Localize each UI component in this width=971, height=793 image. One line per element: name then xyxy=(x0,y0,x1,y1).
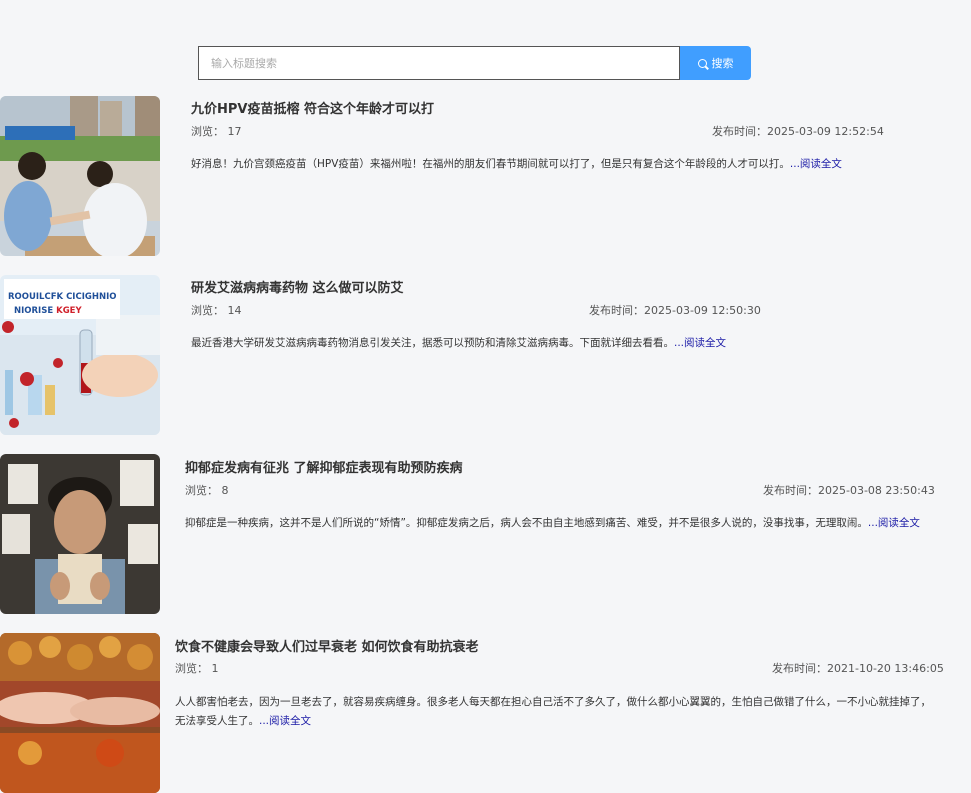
read-more-link[interactable]: ...阅读全文 xyxy=(790,158,842,170)
views-label: 浏览： xyxy=(191,125,224,138)
article-card[interactable]: 九价HPV疫苗抵榕 符合这个年龄才可以打 浏览： 17 发布时间：2025-03… xyxy=(0,96,971,256)
article-excerpt: 好消息！九价宫颈癌疫苗（HPV疫苗）来福州啦！在福州的朋友们春节期间就可以打了，… xyxy=(191,155,911,174)
views-label: 浏览： xyxy=(175,662,208,675)
article-title[interactable]: 抑郁症发病有征兆 了解抑郁症表现有助预防疾病 xyxy=(185,457,463,476)
article-thumbnail[interactable] xyxy=(0,96,160,256)
article-excerpt: 最近香港大学研发艾滋病病毒药物消息引发关注，据悉可以预防和清除艾滋病病毒。下面就… xyxy=(191,334,911,353)
excerpt-text: 最近香港大学研发艾滋病病毒药物消息引发关注，据悉可以预防和清除艾滋病病毒。下面就… xyxy=(191,337,674,349)
search-button-label: 搜索 xyxy=(711,57,734,70)
article-thumbnail[interactable] xyxy=(0,633,160,793)
article-views: 浏览： 14 xyxy=(191,302,242,318)
article-card[interactable]: ROOUILCFK CICIGHNIO NIORISE KGEY 研发艾滋病病毒… xyxy=(0,275,971,435)
article-thumbnail[interactable]: ROOUILCFK CICIGHNIO NIORISE KGEY xyxy=(0,275,160,435)
views-count: 17 xyxy=(227,125,242,138)
search-bar: 搜索 xyxy=(198,46,751,80)
article-title[interactable]: 研发艾滋病病毒药物 这么做可以防艾 xyxy=(191,277,404,296)
read-more-link[interactable]: ...阅读全文 xyxy=(259,715,311,727)
article-views: 浏览： 8 xyxy=(185,482,229,498)
article-title[interactable]: 九价HPV疫苗抵榕 符合这个年龄才可以打 xyxy=(191,98,434,117)
svg-text:NIORISE KGEY: NIORISE KGEY xyxy=(14,306,82,316)
article-card[interactable]: 抑郁症发病有征兆 了解抑郁症表现有助预防疾病 浏览： 8 发布时间：2025-0… xyxy=(0,454,971,614)
article-thumbnail[interactable] xyxy=(0,454,160,614)
search-button[interactable]: 搜索 xyxy=(680,46,751,80)
excerpt-text: 好消息！九价宫颈癌疫苗（HPV疫苗）来福州啦！在福州的朋友们春节期间就可以打了，… xyxy=(191,158,790,170)
published-label: 发布时间： xyxy=(772,662,827,675)
views-count: 1 xyxy=(211,662,219,675)
article-published: 发布时间：2025-03-08 23:50:43 xyxy=(763,482,935,498)
published-label: 发布时间： xyxy=(763,484,818,497)
published-time: 2025-03-09 12:50:30 xyxy=(644,304,761,317)
article-published: 发布时间：2021-10-20 13:46:05 xyxy=(772,660,944,676)
article-views: 浏览： 1 xyxy=(175,660,219,676)
search-icon xyxy=(697,58,707,68)
views-count: 8 xyxy=(221,484,229,497)
published-time: 2025-03-08 23:50:43 xyxy=(818,484,935,497)
svg-text:ROOUILCFK CICIGHNIO: ROOUILCFK CICIGHNIO xyxy=(8,292,116,302)
excerpt-text: 抑郁症是一种疾病，这并不是人们所说的“矫情”。抑郁症发病之后，病人会不由自主地感… xyxy=(185,517,868,529)
published-label: 发布时间： xyxy=(589,304,644,317)
article-published: 发布时间：2025-03-09 12:50:30 xyxy=(589,302,761,318)
article-title[interactable]: 饮食不健康会导致人们过早衰老 如何饮食有助抗衰老 xyxy=(175,636,479,655)
article-excerpt: 抑郁症是一种疾病，这并不是人们所说的“矫情”。抑郁症发病之后，病人会不由自主地感… xyxy=(185,514,940,533)
article-card[interactable]: 饮食不健康会导致人们过早衰老 如何饮食有助抗衰老 浏览： 1 发布时间：2021… xyxy=(0,633,971,793)
article-excerpt: 人人都害怕老去，因为一旦老去了，就容易疾病缠身。很多老人每天都在担心自己活不了多… xyxy=(175,693,940,731)
search-input[interactable] xyxy=(198,46,680,80)
views-label: 浏览： xyxy=(185,484,218,497)
views-count: 14 xyxy=(227,304,242,317)
published-label: 发布时间： xyxy=(712,125,767,138)
read-more-link[interactable]: ...阅读全文 xyxy=(674,337,726,349)
published-time: 2021-10-20 13:46:05 xyxy=(827,662,944,675)
published-time: 2025-03-09 12:52:54 xyxy=(767,125,884,138)
views-label: 浏览： xyxy=(191,304,224,317)
article-published: 发布时间：2025-03-09 12:52:54 xyxy=(712,123,884,139)
read-more-link[interactable]: ...阅读全文 xyxy=(868,517,920,529)
article-views: 浏览： 17 xyxy=(191,123,242,139)
